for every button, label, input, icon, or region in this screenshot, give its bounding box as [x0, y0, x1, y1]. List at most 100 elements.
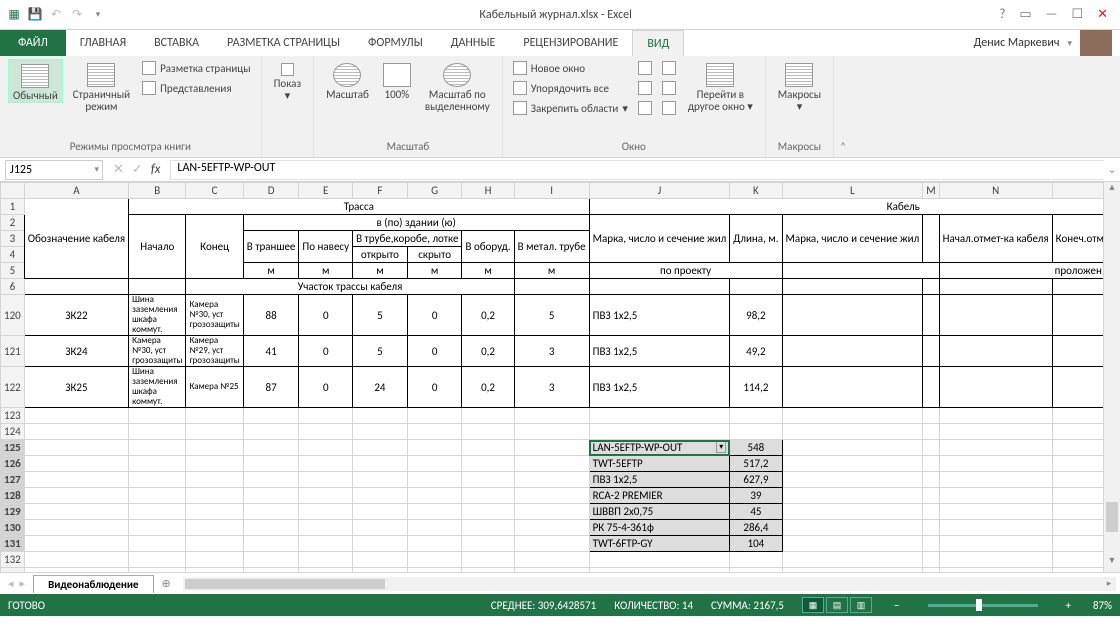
- cell[interactable]: [514, 520, 589, 536]
- cell[interactable]: [353, 536, 408, 552]
- cell[interactable]: [407, 568, 462, 573]
- cell[interactable]: [939, 367, 1052, 408]
- cell[interactable]: [589, 408, 730, 424]
- cell[interactable]: [24, 440, 128, 456]
- cell[interactable]: [243, 424, 299, 440]
- cell[interactable]: [589, 279, 730, 295]
- cell[interactable]: 6: [1, 279, 25, 295]
- cell[interactable]: [186, 408, 243, 424]
- cell[interactable]: 127: [1, 472, 25, 488]
- cell[interactable]: [939, 424, 1052, 440]
- cell[interactable]: [299, 408, 353, 424]
- tab-file[interactable]: ФАЙЛ: [0, 30, 66, 56]
- cell[interactable]: [514, 536, 589, 552]
- cell[interactable]: [462, 472, 514, 488]
- cell[interactable]: 0: [299, 336, 353, 367]
- cell[interactable]: [514, 424, 589, 440]
- cell[interactable]: Камера №30, уст грозозащиты: [129, 336, 186, 367]
- cell[interactable]: [186, 504, 243, 520]
- cell[interactable]: [243, 440, 299, 456]
- cell[interactable]: [407, 408, 462, 424]
- tab-data[interactable]: ДАННЫЕ: [437, 30, 510, 56]
- cell[interactable]: [923, 424, 939, 440]
- cell[interactable]: [243, 520, 299, 536]
- cell[interactable]: ЗК25: [24, 367, 128, 408]
- cell[interactable]: открыто: [353, 247, 408, 263]
- zoom-button[interactable]: Масштаб: [322, 59, 373, 101]
- ribbon-options-icon[interactable]: ▭: [1019, 7, 1031, 22]
- cell[interactable]: 0,2: [462, 367, 514, 408]
- cell[interactable]: [1052, 408, 1103, 424]
- cell[interactable]: M: [923, 183, 939, 199]
- cell[interactable]: 5: [514, 295, 589, 336]
- cell[interactable]: [299, 504, 353, 520]
- cell[interactable]: Камера №30, уст грозозащиты: [186, 295, 243, 336]
- cell[interactable]: [186, 568, 243, 573]
- view-normal-button[interactable]: Обычный: [8, 59, 63, 103]
- cell[interactable]: 130: [1, 520, 25, 536]
- cell[interactable]: [299, 472, 353, 488]
- cell[interactable]: м: [299, 263, 353, 279]
- cell[interactable]: ПВЗ 1x2,5: [589, 367, 730, 408]
- cell[interactable]: Шина заземления шкафа коммут.: [129, 295, 186, 336]
- cell[interactable]: [243, 472, 299, 488]
- cell[interactable]: 128: [1, 488, 25, 504]
- sheet-tab[interactable]: Видеонаблюдение: [33, 575, 153, 593]
- cell[interactable]: [353, 552, 408, 568]
- view-custom-button[interactable]: Представления: [140, 79, 253, 97]
- cell[interactable]: [782, 295, 923, 336]
- cell[interactable]: 41: [243, 336, 299, 367]
- cell[interactable]: [24, 504, 128, 520]
- tab-pagelayout[interactable]: РАЗМЕТКА СТРАНИЦЫ: [213, 30, 354, 56]
- cell[interactable]: 3: [514, 367, 589, 408]
- hide-button[interactable]: [636, 79, 654, 97]
- cell[interactable]: [24, 472, 128, 488]
- cell[interactable]: [243, 488, 299, 504]
- cell[interactable]: LAN-5EFTP-WP-OUT▾: [589, 440, 730, 456]
- cell[interactable]: проложен: [939, 263, 1103, 279]
- cell[interactable]: K: [730, 183, 782, 199]
- cell[interactable]: По навесу: [299, 231, 353, 263]
- cell[interactable]: м: [243, 263, 299, 279]
- freeze-panes-button[interactable]: Закрепить области ▾: [511, 99, 630, 117]
- cell[interactable]: [407, 440, 462, 456]
- cell[interactable]: [299, 424, 353, 440]
- cell[interactable]: 39: [730, 488, 782, 504]
- cell[interactable]: [353, 504, 408, 520]
- cell[interactable]: [782, 279, 923, 295]
- cell[interactable]: Длина, м.: [730, 215, 782, 263]
- cell[interactable]: [407, 456, 462, 472]
- enter-formula-icon[interactable]: ✓: [132, 162, 143, 177]
- tab-view[interactable]: ВИД: [632, 30, 684, 56]
- sheet-nav-last-icon[interactable]: ▸: [20, 577, 26, 590]
- cell[interactable]: [462, 536, 514, 552]
- cell[interactable]: 286,4: [730, 520, 782, 536]
- cell[interactable]: [782, 568, 923, 573]
- cell[interactable]: [129, 488, 186, 504]
- cell[interactable]: [462, 488, 514, 504]
- cell[interactable]: [1052, 295, 1103, 336]
- cell[interactable]: [923, 536, 939, 552]
- cell[interactable]: [782, 472, 923, 488]
- cell[interactable]: в (по) здании (ю): [243, 215, 589, 231]
- cell[interactable]: [514, 504, 589, 520]
- cell[interactable]: C: [186, 183, 243, 199]
- collapse-ribbon-icon[interactable]: ˄: [834, 56, 852, 157]
- cell[interactable]: [939, 568, 1052, 573]
- cell[interactable]: [589, 424, 730, 440]
- undo-icon[interactable]: ↶: [47, 6, 65, 24]
- cell[interactable]: [923, 215, 939, 263]
- scroll-thumb[interactable]: [1106, 502, 1118, 532]
- cell[interactable]: [939, 488, 1052, 504]
- cell[interactable]: [923, 336, 939, 367]
- cell[interactable]: [299, 520, 353, 536]
- cell[interactable]: [243, 568, 299, 573]
- cell[interactable]: [24, 552, 128, 568]
- cell[interactable]: [589, 568, 730, 573]
- cell[interactable]: [407, 536, 462, 552]
- user-menu-icon[interactable]: ▾: [1067, 38, 1072, 49]
- cell[interactable]: [353, 568, 408, 573]
- view-pagebreak-icon[interactable]: ▥: [850, 597, 872, 613]
- cell[interactable]: [462, 520, 514, 536]
- cell[interactable]: 1: [1, 199, 25, 215]
